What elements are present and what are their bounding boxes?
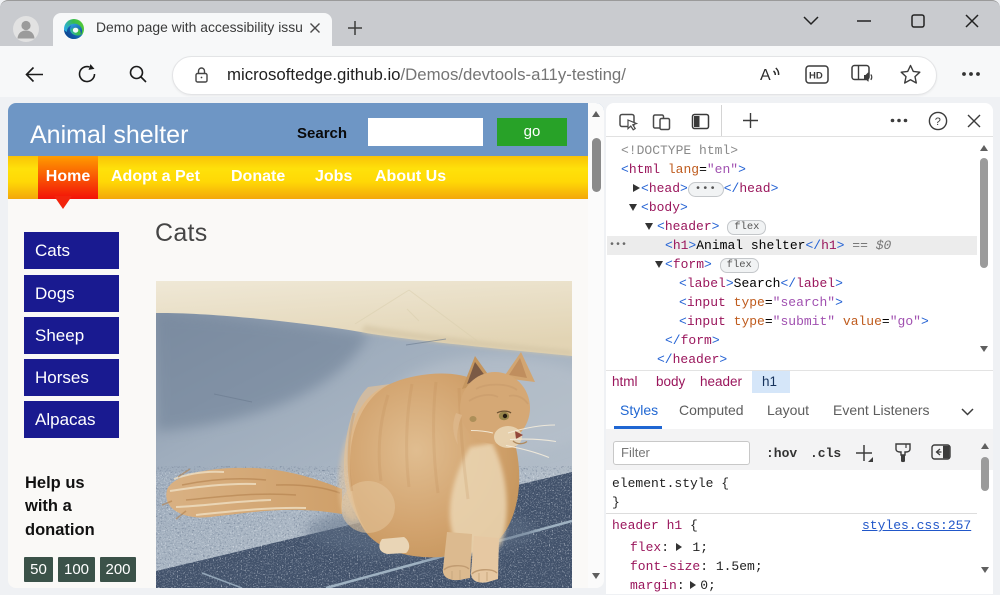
svg-text:?: ? <box>935 116 941 128</box>
svg-text:A: A <box>760 67 771 84</box>
svg-text:HD: HD <box>809 71 823 82</box>
